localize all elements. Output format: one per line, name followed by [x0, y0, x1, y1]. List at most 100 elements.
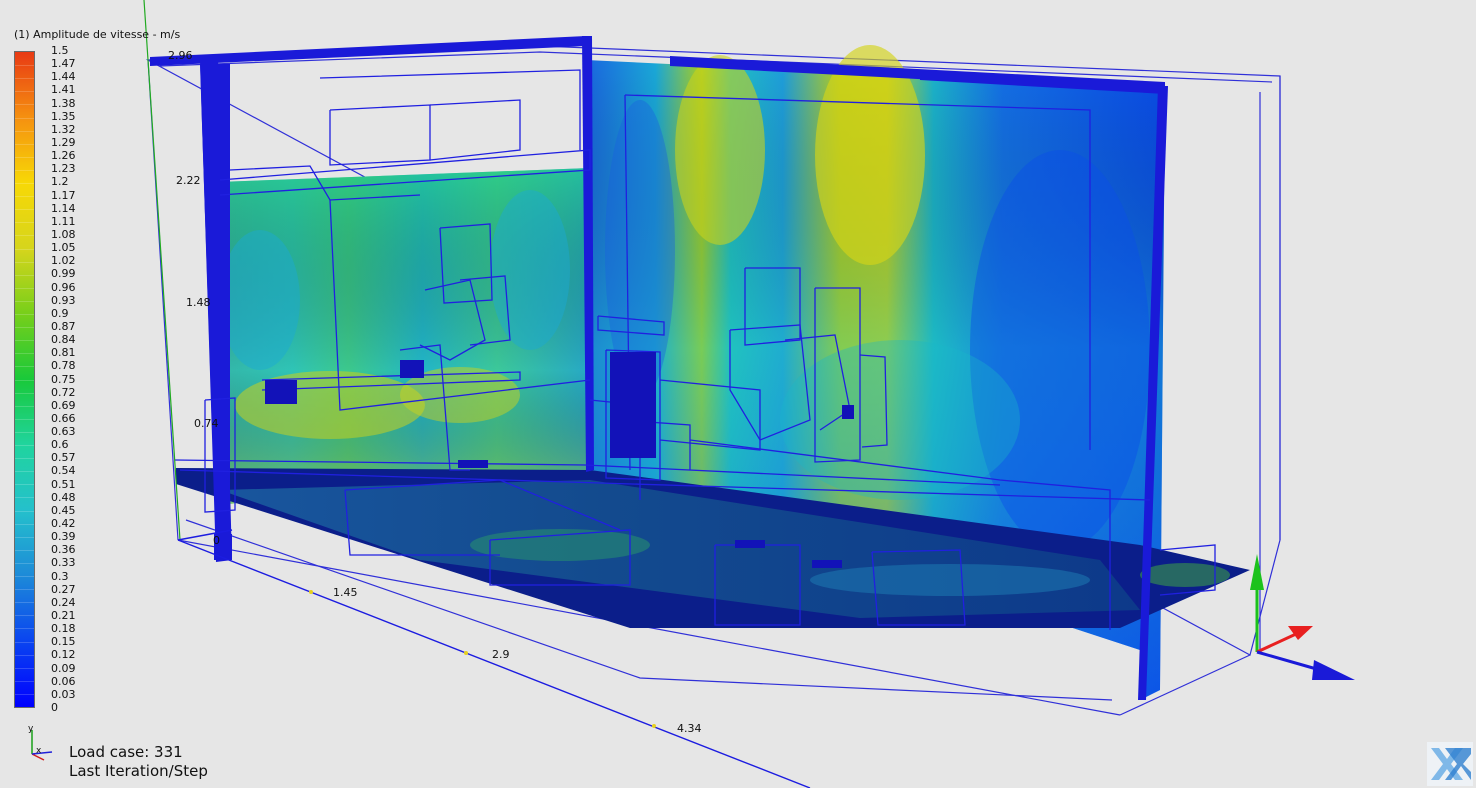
color-scale-band-divider: [15, 628, 34, 630]
legend-tick-label: 0.24: [51, 595, 76, 609]
legend-tick-label: 0: [51, 701, 58, 714]
color-scale-band-divider: [15, 680, 34, 682]
mini-axis-x-label: x: [36, 746, 42, 756]
vertical-axis-label: 2.22: [176, 174, 201, 187]
left-wall-contour: [218, 168, 590, 505]
color-scale-band-divider: [15, 274, 34, 276]
mini-axis-y-label: y: [28, 724, 34, 734]
color-scale-band-divider: [15, 156, 34, 158]
color-scale-band-divider: [15, 615, 34, 617]
legend-tick-label: 1.23: [51, 162, 76, 176]
legend-tick-label: 0.72: [51, 385, 76, 399]
legend-tick-label: 0.51: [51, 477, 76, 491]
legend-tick-label: 0.57: [51, 451, 76, 465]
ground-axis-label: 2.9: [492, 648, 510, 661]
legend-tick-label: 0.48: [51, 490, 76, 504]
legend-tick-label: 0.84: [51, 333, 76, 347]
legend-tick-label: 0.27: [51, 582, 76, 596]
color-scale-band-divider: [15, 169, 34, 171]
view-triad: [1250, 554, 1355, 680]
legend-tick-label: 1.44: [51, 70, 76, 84]
legend-tick-label: 0.18: [51, 622, 76, 636]
color-scale-band-divider: [15, 536, 34, 538]
color-scale-band-divider: [15, 209, 34, 211]
color-scale-band-divider: [15, 248, 34, 250]
mini-axes-icon: y x: [28, 724, 53, 761]
color-scale-band-divider: [15, 471, 34, 473]
ground-axis-label: 4.34: [677, 722, 702, 735]
legend-tick-label: 0.9: [51, 306, 69, 320]
legend-tick-label: 0.21: [51, 609, 76, 623]
color-scale-band-divider: [15, 300, 34, 302]
color-scale-band-divider: [15, 484, 34, 486]
color-scale-band-divider: [15, 261, 34, 263]
color-scale-band-divider: [15, 117, 34, 119]
color-scale-band-divider: [15, 366, 34, 368]
color-scale-band-divider: [15, 392, 34, 394]
color-scale-band-divider: [15, 405, 34, 407]
info-panel: Load case: 331 Last Iteration/Step: [69, 743, 208, 781]
vertical-axis-label: 0: [213, 534, 220, 547]
color-scale-band-divider: [15, 523, 34, 525]
legend-tick-label: 0.39: [51, 530, 76, 544]
color-scale-band-divider: [15, 91, 34, 93]
legend-tick-label: 0.81: [51, 346, 76, 360]
3d-viewport[interactable]: 2.96 2.22 1.48 0.74 0 1.45 2.9 4.34: [0, 0, 1476, 788]
color-scale-band-divider: [15, 497, 34, 499]
color-scale-band-divider: [15, 65, 34, 67]
color-scale-band-divider: [15, 549, 34, 551]
color-scale-band-divider: [15, 418, 34, 420]
legend-tick-label: 1.02: [51, 254, 76, 268]
color-scale-band-divider: [15, 287, 34, 289]
legend-tick-label: 1.5: [51, 44, 69, 57]
color-scale-band-divider: [15, 693, 34, 695]
color-scale-band-divider: [15, 458, 34, 460]
color-scale-band-divider: [15, 104, 34, 106]
legend-tick-label: 0.87: [51, 319, 76, 333]
legend-tick-label: 0.93: [51, 293, 76, 307]
color-scale-band-divider: [15, 431, 34, 433]
color-scale-band-divider: [15, 667, 34, 669]
legend-tick-label: 0.36: [51, 543, 76, 557]
color-scale-band-divider: [15, 327, 34, 329]
color-scale-band-divider: [15, 562, 34, 564]
vertical-axis-label: 1.48: [186, 296, 211, 309]
color-scale-band-divider: [15, 314, 34, 315]
color-scale-band-divider: [15, 379, 34, 381]
color-scale-band-divider: [15, 340, 34, 342]
legend-tick-label: 0.06: [51, 674, 76, 688]
legend-tick-label: 1.17: [51, 188, 76, 202]
color-scale-band-divider: [15, 445, 34, 446]
color-scale-band-divider: [15, 235, 34, 237]
color-scale-bar: [14, 51, 35, 708]
color-scale-band-divider: [15, 353, 34, 355]
legend-tick-label: 0.09: [51, 661, 76, 675]
legend-tick-label: 1.05: [51, 241, 76, 255]
legend-tick-label: 0.54: [51, 464, 76, 478]
color-scale-band-divider: [15, 130, 34, 132]
vertical-axis-label: 0.74: [194, 417, 219, 430]
legend-tick-label: 0.12: [51, 648, 76, 662]
legend-tick-label: 0.3: [51, 569, 69, 583]
color-scale-band-divider: [15, 196, 34, 198]
legend-tick-label: 1.38: [51, 96, 76, 110]
color-scale-band-divider: [15, 576, 34, 577]
color-scale-band-divider: [15, 510, 34, 512]
color-scale-band-divider: [15, 641, 34, 643]
color-scale-band-divider: [15, 589, 34, 591]
iteration-step-text: Last Iteration/Step: [69, 762, 208, 780]
color-scale-band-divider: [15, 78, 34, 80]
vertical-axis-label: 2.96: [168, 49, 193, 62]
legend-tick-label: 0.6: [51, 438, 69, 452]
legend-tick-label: 0.33: [51, 556, 76, 570]
legend-tick-label: 0.78: [51, 359, 76, 373]
legend-tick-label: 1.11: [51, 214, 76, 228]
color-scale-band-divider: [15, 654, 34, 656]
app-logo: [1427, 742, 1473, 786]
legend-tick-label: 0.63: [51, 425, 76, 439]
vertical-axis-line: [143, 0, 181, 541]
legend-tick-label: 0.66: [51, 411, 76, 425]
legend-tick-label: 1.14: [51, 201, 76, 215]
legend-tick-label: 1.41: [51, 83, 76, 97]
legend-tick-label: 0.45: [51, 503, 76, 517]
